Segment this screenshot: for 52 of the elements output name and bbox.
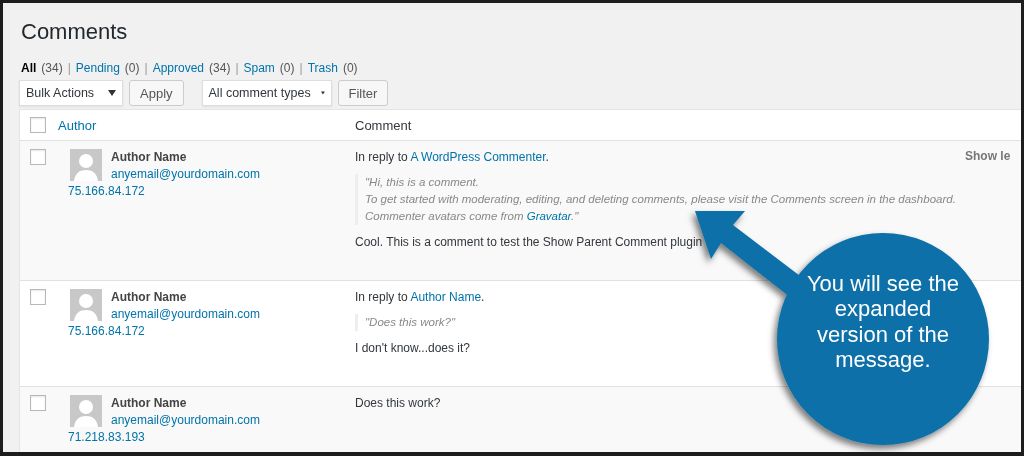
column-header: Comment	[355, 117, 413, 133]
filter-count: (0)	[279, 61, 295, 75]
filter-count: (34)	[209, 61, 231, 75]
comment-text: Cool. This is a comment to test the Show Parent Comment plugin	[355, 234, 703, 250]
caret-icon	[320, 90, 325, 96]
filter-link[interactable]: Spam	[243, 61, 275, 75]
comment-text: Does this work?	[355, 395, 441, 411]
comment-text: I don't know...does it?	[355, 340, 471, 356]
show-less-link[interactable]: Show le	[965, 149, 1011, 163]
author-name: Author Name	[111, 149, 188, 166]
row-checkbox[interactable]	[30, 289, 46, 305]
author-name: Author Name	[111, 395, 188, 412]
quote-line: "Does this work?"	[365, 315, 455, 330]
author-ip[interactable]: 75.166.84.172	[68, 184, 145, 198]
row-checkbox[interactable]	[30, 149, 46, 165]
quote-line: "Hi, this is a comment.	[365, 175, 480, 190]
reply-text: In reply to A WordPress Commenter.	[355, 149, 549, 165]
filter-link[interactable]: Approved	[152, 61, 205, 75]
filter-count: (34)	[41, 61, 63, 75]
filter-count: (0)	[124, 61, 140, 75]
column-header[interactable]: Author	[58, 117, 97, 133]
separator: |	[144, 61, 148, 75]
avatar	[70, 149, 102, 181]
parent-author-link[interactable]: A WordPress Commenter	[410, 150, 546, 164]
filter-count: (0)	[342, 61, 358, 75]
page-title: Comments	[21, 18, 129, 46]
callout-text: You will see the expanded version of the message.	[805, 271, 961, 373]
bulk-actions-dropdown[interactable]: Bulk Actions	[19, 80, 123, 106]
separator: |	[235, 61, 239, 75]
filter-link[interactable]: Trash	[307, 61, 338, 75]
author-email[interactable]: anyemail@yourdomain.com	[111, 306, 260, 323]
avatar	[70, 395, 102, 427]
author-ip[interactable]: 71.218.83.193	[68, 430, 145, 444]
author-ip[interactable]: 75.166.84.172	[68, 324, 145, 338]
author-email[interactable]: anyemail@yourdomain.com	[111, 412, 260, 429]
apply-button[interactable]: Apply	[129, 80, 184, 106]
reply-text: In reply to Author Name.	[355, 289, 485, 305]
comment-type-dropdown[interactable]: All comment types	[201, 80, 332, 106]
gravatar-link[interactable]: Gravatar	[526, 210, 571, 222]
select-all-checkbox[interactable]	[30, 117, 46, 133]
avatar	[70, 289, 102, 321]
row-checkbox[interactable]	[30, 395, 46, 411]
quote-line: To get started with moderating, editing, and deleting comments, please visit the Comments screen in the dashboard.	[365, 192, 956, 207]
filter-link[interactable]: Pending	[75, 61, 120, 75]
filter-link[interactable]: All	[21, 61, 37, 75]
separator: |	[67, 61, 71, 75]
separator: |	[299, 61, 303, 75]
author-name: Author Name	[111, 289, 188, 306]
filter-button[interactable]: Filter	[337, 80, 389, 106]
quote-line: Commenter avatars come from Gravatar."	[365, 209, 580, 224]
caret-icon	[108, 90, 116, 96]
author-email[interactable]: anyemail@yourdomain.com	[111, 166, 260, 183]
